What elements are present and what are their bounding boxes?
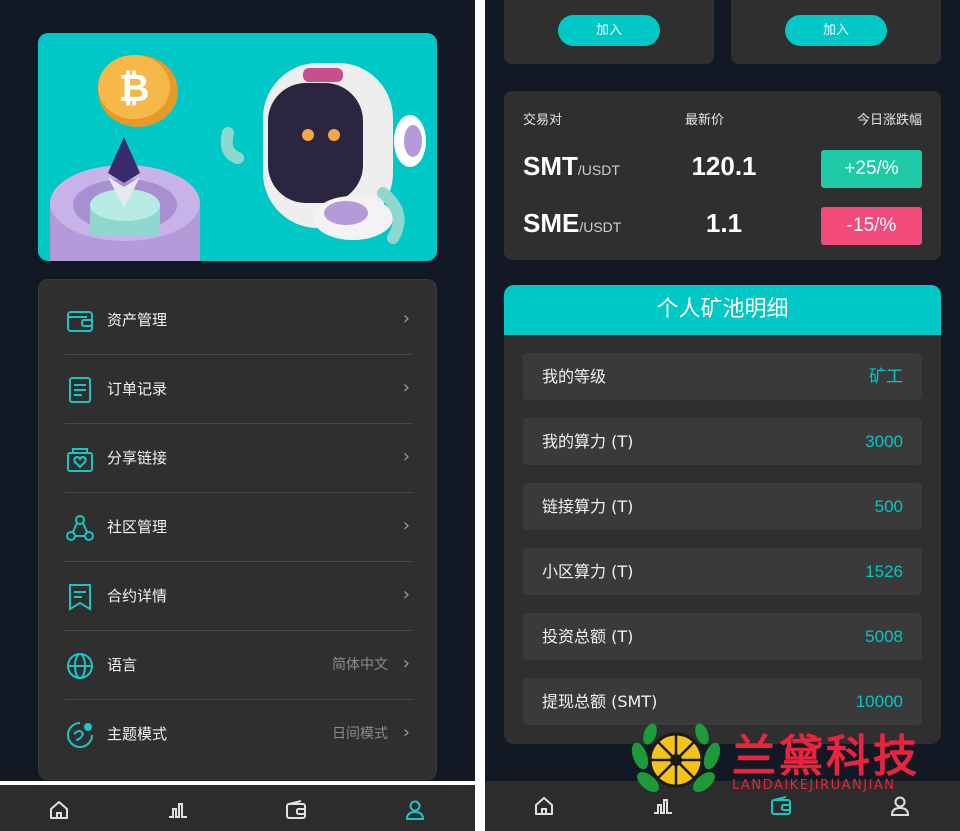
watermark-subtitle: LANDAIKEJIRUANJIAN [732,778,896,793]
pair-quote: /USDT [579,219,622,235]
language-value: 简体中文 [332,657,388,673]
join-button[interactable]: 加入 [558,15,660,46]
menu-item-contract[interactable]: 合约详情 › [65,562,412,631]
pool-row-label: 我的算力 (T) [542,432,634,451]
pair-name: SME/USDT [523,208,621,239]
watermark-title: 兰黛科技 [732,731,920,782]
contract-icon [69,584,91,611]
change-badge-down: -15/% [821,207,922,245]
pair-column-header: 交易对 [523,113,563,128]
pair-base: SMT [523,151,578,181]
chevron-right-icon: › [402,377,410,398]
dashboard-screen: 加入 加入 交易对 最新价 今日涨跌幅 SMT/USDT 120.1 +25/%… [485,0,960,831]
profile-screen: ₿ 资产管理 › 订单记录 › 分享链接 › 社区管理 › 合约详情 › 语言 … [0,0,475,831]
pool-row-hashrate: 我的算力 (T) 3000 [523,418,922,465]
pool-row-label: 投资总额 (T) [542,627,634,646]
theme-icon [67,722,93,748]
wallet-icon[interactable] [281,795,311,825]
pool-row-label: 链接算力 (T) [542,497,634,516]
menu-item-share[interactable]: 分享链接 › [65,424,412,493]
bottom-tab-bar [0,781,475,831]
pool-row-value: 矿工 [869,367,903,386]
watermark: 兰黛科技 LANDAIKEJIRUANJIAN [628,718,928,802]
menu-label: 语言 [107,656,138,674]
theme-value: 日间模式 [332,726,388,742]
chevron-right-icon: › [402,515,410,536]
banner-image[interactable]: ₿ [38,33,437,261]
pool-row-level: 我的等级 矿工 [523,353,922,400]
chevron-right-icon: › [402,446,410,467]
personal-pool-card: 个人矿池明细 我的等级 矿工 我的算力 (T) 3000 链接算力 (T) 50… [504,285,941,744]
robot-illustration [220,63,426,244]
globe-icon [67,653,93,679]
chart-icon[interactable] [163,795,193,825]
wallet-icon [67,311,93,332]
pool-row-zone-hashrate: 小区算力 (T) 1526 [523,548,922,595]
pool-row-label: 我的等级 [542,367,607,386]
pair-base: SME [523,208,580,238]
watermark-logo-icon [631,723,721,792]
user-icon[interactable] [400,795,430,825]
trading-pairs-card: 交易对 最新价 今日涨跌幅 SMT/USDT 120.1 +25/% SME/U… [504,91,941,260]
pair-quote: /USDT [577,162,620,178]
pool-row-link-hashrate: 链接算力 (T) 500 [523,483,922,530]
pool-row-label: 小区算力 (T) [542,562,634,581]
pair-price: 1.1 [705,208,743,238]
menu-label: 主题模式 [107,725,168,743]
mining-pool-card: 加入 [504,0,714,64]
join-button[interactable]: 加入 [785,15,887,46]
pool-title: 个人矿池明细 [504,285,941,335]
menu-item-orders[interactable]: 订单记录 › [65,355,412,424]
menu-item-theme[interactable]: 主题模式 日间模式 › [65,700,412,769]
banner-illustration: ₿ [50,55,426,261]
menu-label: 资产管理 [107,311,168,329]
change-badge-up: +25/% [821,150,922,188]
document-icon [69,377,91,403]
pool-row-value: 1526 [865,562,903,581]
home-icon[interactable] [529,791,559,821]
menu-item-assets[interactable]: 资产管理 › [65,286,412,355]
pool-row-value: 5008 [865,627,903,646]
chevron-right-icon: › [402,722,410,743]
menu-label: 订单记录 [107,380,168,398]
pair-price: 120.1 [691,151,757,181]
chevron-right-icon: › [402,308,410,329]
menu-item-community[interactable]: 社区管理 › [65,493,412,562]
chevron-right-icon: › [402,653,410,674]
price-column-header: 最新价 [685,113,725,128]
menu-label: 分享链接 [107,449,168,467]
mining-pool-card: 加入 [731,0,941,64]
menu-label: 合约详情 [107,587,168,605]
change-column-header: 今日涨跌幅 [856,113,922,128]
pool-row-investment: 投资总额 (T) 5008 [523,613,922,660]
community-icon [66,515,94,541]
pool-row-value: 500 [874,497,903,516]
chevron-right-icon: › [402,584,410,605]
menu-label: 社区管理 [107,518,168,536]
bitcoin-coin-icon: ₿ [98,55,178,127]
menu-item-language[interactable]: 语言 简体中文 › [65,631,412,700]
home-icon[interactable] [44,795,74,825]
menu-card: 资产管理 › 订单记录 › 分享链接 › 社区管理 › 合约详情 › 语言 简体… [38,279,437,780]
pool-row-value: 3000 [865,432,903,451]
svg-text:₿: ₿ [119,66,150,110]
share-heart-icon [67,448,93,472]
pair-name: SMT/USDT [523,151,620,182]
